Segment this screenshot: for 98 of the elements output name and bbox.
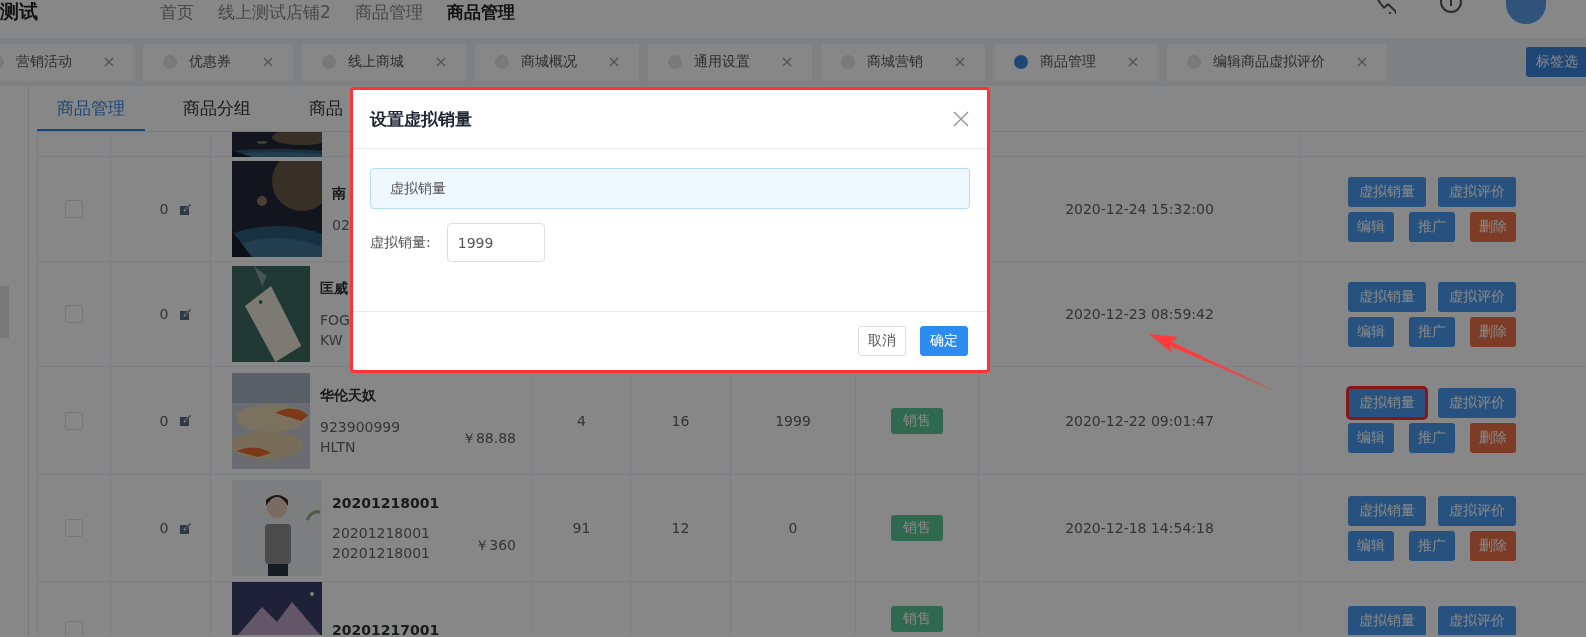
dialog-button[interactable]: 取消 xyxy=(858,326,906,356)
info-alert: 虚拟销量 xyxy=(370,168,970,209)
tab-label: 线上商城 xyxy=(348,53,404,71)
sort-value: 0 xyxy=(159,306,169,322)
action-button[interactable]: 删除 xyxy=(1469,530,1516,561)
info-icon[interactable] xyxy=(1440,0,1462,14)
close-icon[interactable] xyxy=(955,57,965,67)
table-cell: 16 xyxy=(671,412,690,429)
action-button[interactable]: 虚拟评价 xyxy=(1437,176,1516,207)
action-button[interactable]: 编辑 xyxy=(1347,316,1394,347)
table-cell: 91 xyxy=(572,520,591,536)
product-name: 匡威 xyxy=(320,280,349,298)
section-tab[interactable]: 商品管理 xyxy=(37,86,145,131)
tab-label: 商城概况 xyxy=(521,53,577,71)
date-text: 2020-12-18 14:54:18 xyxy=(1065,520,1214,536)
tab-label: 营销活动 xyxy=(16,53,72,71)
product-name: 南 xyxy=(332,185,347,203)
edit-icon[interactable] xyxy=(180,522,192,534)
action-button[interactable]: 推广 xyxy=(1408,530,1455,561)
product-code: KW xyxy=(320,332,344,348)
status-tag: 销售 xyxy=(891,515,943,541)
product-code: 20201218001 xyxy=(332,525,431,541)
breadcrumb-item[interactable]: 首页 xyxy=(160,0,194,24)
close-icon[interactable] xyxy=(953,111,969,127)
tab-label: 商城营销 xyxy=(867,53,923,71)
dialog-title: 设置虚拟销量 xyxy=(370,107,472,131)
page-tab[interactable]: 商城营销 xyxy=(821,43,985,81)
page-tab[interactable]: 优惠券 xyxy=(143,43,293,81)
page-tab[interactable]: 商城概况 xyxy=(475,43,639,81)
action-button[interactable]: 虚拟销量 xyxy=(1347,388,1426,418)
action-button[interactable]: 虚拟销量 xyxy=(1347,606,1426,635)
breadcrumb-item[interactable]: 商品管理 xyxy=(354,0,423,24)
table-cell: 0 xyxy=(788,520,798,536)
action-button[interactable]: 推广 xyxy=(1408,316,1455,347)
edit-icon[interactable] xyxy=(180,203,192,215)
price-text: ￥360 xyxy=(475,537,516,555)
input-field[interactable]: 1999 xyxy=(446,223,545,262)
page-tab[interactable]: 商品管理 xyxy=(994,43,1158,81)
product-code: HLTN xyxy=(320,438,357,455)
action-button[interactable]: 虚拟评价 xyxy=(1437,606,1516,635)
close-icon[interactable] xyxy=(104,57,114,67)
action-button[interactable]: 虚拟评价 xyxy=(1437,388,1516,418)
product-name: 20201218001 xyxy=(332,495,440,511)
section-tab[interactable]: 商品分组 xyxy=(163,86,271,131)
edit-icon[interactable] xyxy=(180,308,192,320)
page-tab[interactable]: 营销活动 xyxy=(0,43,134,81)
dialog-button[interactable]: 确定 xyxy=(920,326,968,356)
product-code: 20201218001 xyxy=(332,545,431,561)
sort-value: 0 xyxy=(159,520,169,536)
close-icon[interactable] xyxy=(1357,57,1367,67)
action-button[interactable]: 虚拟评价 xyxy=(1437,281,1516,312)
action-button[interactable]: 删除 xyxy=(1469,316,1516,347)
page-tab[interactable]: 通用设置 xyxy=(648,43,812,81)
page-tab[interactable]: 线上商城 xyxy=(302,43,466,81)
tab-label: 通用设置 xyxy=(694,53,750,71)
price-text: ￥88.88 xyxy=(461,429,516,448)
breadcrumb-item[interactable]: 商品管理 xyxy=(446,0,515,24)
date-text: 2020-12-23 08:59:42 xyxy=(1065,306,1214,322)
close-icon[interactable] xyxy=(263,57,273,67)
product-code: FOG xyxy=(320,312,350,328)
product-name: 华伦天奴 xyxy=(320,386,377,405)
action-button[interactable]: 推广 xyxy=(1408,423,1455,453)
action-button[interactable]: 虚拟评价 xyxy=(1437,495,1516,526)
date-text: 2020-12-22 09:01:47 xyxy=(1065,412,1214,429)
table-cell: 12 xyxy=(671,520,690,536)
action-button[interactable]: 编辑 xyxy=(1347,530,1394,561)
tab-label: 商品管理 xyxy=(1040,53,1096,71)
page-tab[interactable]: 编辑商品虚拟评价 xyxy=(1167,43,1387,81)
action-button[interactable]: 虚拟销量 xyxy=(1347,176,1426,207)
tab-label: 编辑商品虚拟评价 xyxy=(1213,53,1325,71)
sort-value: 0 xyxy=(159,201,169,217)
product-name: 20201217001 xyxy=(332,622,440,635)
close-icon[interactable] xyxy=(782,57,792,67)
status-tag: 销售 xyxy=(891,407,943,434)
table-cell: 4 xyxy=(577,412,586,429)
action-button[interactable]: 删除 xyxy=(1469,211,1516,242)
action-button[interactable]: 推广 xyxy=(1408,211,1455,242)
product-code: 923900999 xyxy=(320,418,401,435)
action-button[interactable]: 编辑 xyxy=(1347,423,1394,453)
app-logo-text: 测试 xyxy=(0,0,39,24)
action-button[interactable]: 虚拟销量 xyxy=(1347,281,1426,312)
action-button[interactable]: 编辑 xyxy=(1347,211,1394,242)
action-button[interactable]: 虚拟销量 xyxy=(1347,495,1426,526)
product-code: 02 xyxy=(332,217,350,233)
tab-label: 优惠券 xyxy=(189,53,231,71)
edit-icon[interactable] xyxy=(180,415,192,426)
table-cell: 1999 xyxy=(775,412,811,429)
close-icon[interactable] xyxy=(436,57,446,67)
date-text: 2020-12-24 15:32:00 xyxy=(1065,201,1214,217)
breadcrumb-item[interactable]: 线上测试店铺2 xyxy=(218,0,331,24)
close-icon[interactable] xyxy=(609,57,619,67)
status-tag: 销售 xyxy=(891,606,943,632)
field-label: 虚拟销量: xyxy=(370,233,431,252)
close-icon[interactable] xyxy=(1128,57,1138,67)
tool-icon[interactable] xyxy=(1376,0,1396,14)
tab-options-button[interactable]: 标签选 xyxy=(1526,47,1586,77)
sort-value: 0 xyxy=(159,412,169,429)
action-button[interactable]: 删除 xyxy=(1469,423,1516,453)
